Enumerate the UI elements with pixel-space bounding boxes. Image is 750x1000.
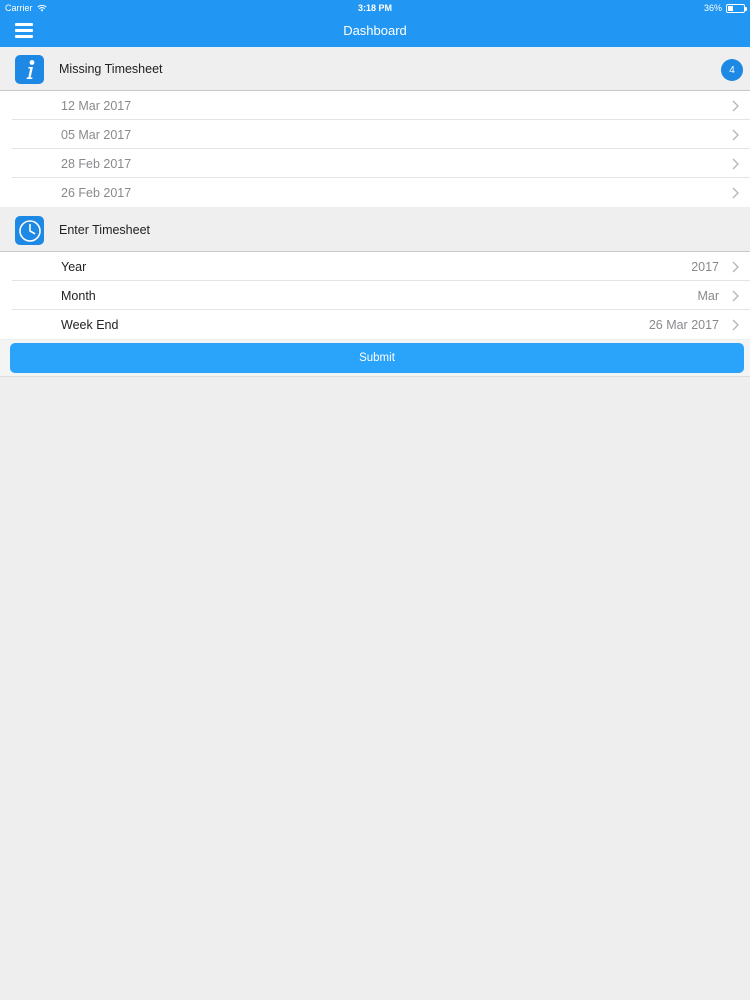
status-right: 36% — [703, 3, 747, 13]
missing-date-row[interactable]: 05 Mar 2017 — [0, 120, 750, 149]
enter-timesheet-title: Enter Timesheet — [59, 223, 151, 237]
top-bar: Carrier 3:18 PM 36% Dashboard — [0, 0, 750, 47]
missing-timesheet-title: Missing Timesheet — [59, 62, 163, 76]
missing-count-badge: 4 — [721, 59, 743, 81]
page-title: Dashboard — [343, 23, 407, 38]
week-end-row[interactable]: Week End 26 Mar 2017 — [0, 310, 750, 339]
info-icon — [15, 55, 44, 84]
year-row[interactable]: Year 2017 — [0, 252, 750, 281]
chevron-right-icon — [732, 100, 739, 112]
week-end-label: Week End — [61, 318, 119, 332]
status-time: 3:18 PM — [357, 3, 392, 13]
missing-date-label: 12 Mar 2017 — [61, 99, 132, 113]
enter-timesheet-header: Enter Timesheet — [0, 208, 750, 252]
chevron-right-icon — [732, 158, 739, 170]
missing-date-label: 05 Mar 2017 — [61, 128, 132, 142]
missing-timesheet-header: Missing Timesheet 4 — [0, 47, 750, 91]
nav-bar: Dashboard — [0, 16, 750, 47]
battery-icon — [726, 3, 747, 13]
chevron-right-icon — [732, 187, 739, 199]
missing-date-label: 26 Feb 2017 — [61, 186, 132, 200]
month-label: Month — [61, 289, 96, 303]
status-bar: Carrier 3:18 PM 36% — [0, 0, 750, 16]
chevron-right-icon — [732, 261, 739, 273]
battery-percent: 36% — [703, 3, 722, 13]
missing-date-row[interactable]: 26 Feb 2017 — [0, 178, 750, 207]
submit-container: Submit — [0, 340, 750, 377]
year-label: Year — [61, 260, 87, 274]
missing-date-row[interactable]: 12 Mar 2017 — [0, 91, 750, 120]
clock-icon — [15, 216, 44, 245]
submit-button[interactable]: Submit — [10, 343, 744, 373]
year-value: 2017 — [691, 260, 719, 274]
month-row[interactable]: Month Mar — [0, 281, 750, 310]
month-value: Mar — [697, 289, 719, 303]
missing-date-label: 28 Feb 2017 — [61, 157, 132, 171]
chevron-right-icon — [732, 319, 739, 331]
chevron-right-icon — [732, 290, 739, 302]
chevron-right-icon — [732, 129, 739, 141]
week-end-value: 26 Mar 2017 — [648, 318, 719, 332]
missing-date-row[interactable]: 28 Feb 2017 — [0, 149, 750, 178]
